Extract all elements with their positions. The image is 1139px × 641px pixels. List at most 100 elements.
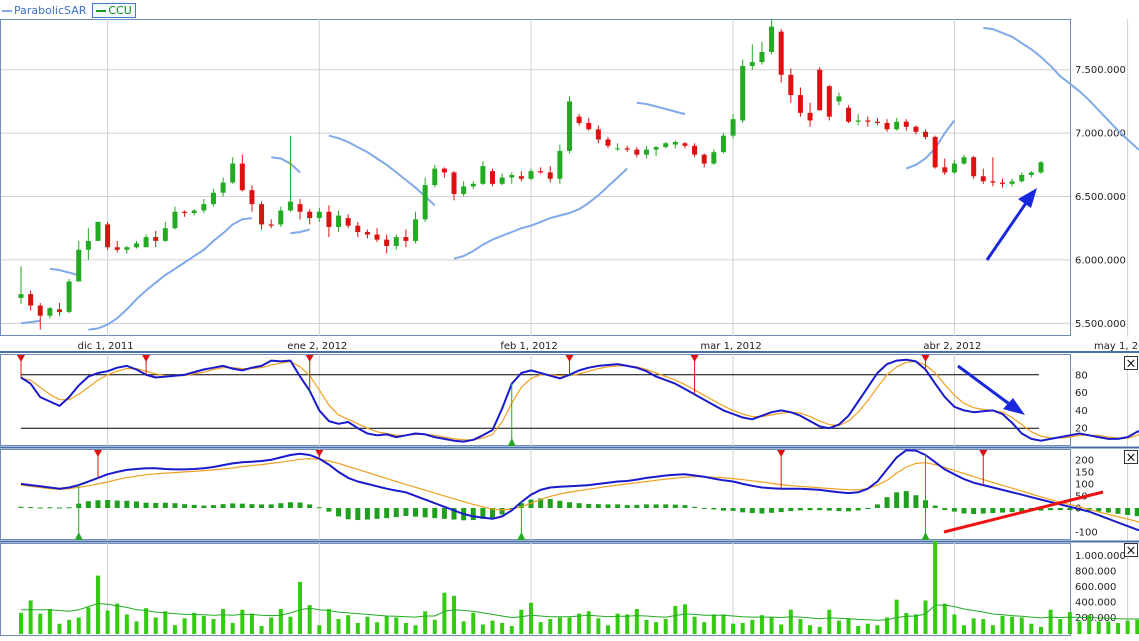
osc2-histogram-bar	[605, 504, 611, 508]
osc2-histogram-bar	[1134, 508, 1139, 517]
stock-chart-window: ParabolicSAR CCU dic 1, 2011 ene 2, 2012 f…	[0, 0, 1139, 636]
candle-up	[278, 210, 284, 225]
candle-down	[846, 107, 852, 122]
osc2-histogram-bar	[374, 508, 380, 519]
osc2-histogram-bar	[624, 505, 630, 508]
osc2-histogram-bar	[951, 508, 957, 512]
osc2-histogram-bar	[663, 504, 669, 508]
legend-item-ccu[interactable]: CCU	[92, 3, 136, 18]
candle-down	[384, 239, 390, 246]
candle-down	[441, 168, 447, 173]
osc2-histogram-bar	[143, 502, 149, 508]
volume-bar	[172, 625, 177, 634]
volume-bar	[1125, 620, 1130, 634]
candle-up	[143, 237, 149, 248]
osc2-histogram-bar	[807, 508, 813, 511]
volume-bar	[471, 612, 476, 634]
osc2-histogram-bar	[124, 500, 130, 508]
volume-bar	[913, 614, 918, 634]
candle-up	[162, 228, 168, 241]
candle-up	[643, 149, 649, 155]
volume-bar	[1096, 621, 1101, 634]
candle-up	[287, 201, 293, 211]
candle-down	[268, 224, 274, 226]
candle-up	[210, 192, 216, 205]
volume-bar	[375, 622, 380, 634]
volume-bar	[682, 604, 687, 634]
candle-down	[326, 211, 332, 227]
candle-down	[701, 154, 707, 164]
osc2-histogram-bar	[913, 495, 919, 508]
volume-bar	[702, 622, 707, 634]
volume-bar	[326, 608, 331, 634]
candle-down	[797, 95, 803, 113]
volume-bar	[519, 609, 524, 634]
volume-bar	[403, 622, 408, 634]
volume-bar	[788, 609, 793, 634]
osc2-histogram-bar	[711, 508, 717, 510]
osc1-y-tick-label: 40	[1075, 406, 1088, 417]
volume-bar	[211, 619, 216, 634]
osc2-histogram-bar	[384, 508, 390, 519]
candle-up	[76, 249, 82, 282]
volume-bar	[856, 626, 861, 634]
volume-bar	[634, 608, 639, 634]
psar-swatch	[2, 9, 12, 12]
candle-down	[595, 129, 601, 140]
volume-bar	[452, 595, 457, 634]
price-y-tick-label: 6.000.000	[1075, 255, 1126, 266]
volume-bar	[1029, 623, 1034, 634]
volume-bar	[365, 616, 370, 634]
osc2-histogram-bar	[201, 505, 207, 508]
volume-bar	[779, 624, 784, 634]
osc2-histogram-bar	[643, 504, 649, 508]
candle-up	[961, 157, 967, 164]
close-panel-button[interactable]: ×	[1124, 356, 1138, 372]
close-panel-button[interactable]: ×	[1124, 450, 1138, 466]
volume-bar	[798, 619, 803, 634]
osc2-histogram-bar	[634, 504, 640, 508]
candle-down	[249, 190, 255, 205]
chart-legend: ParabolicSAR CCU	[2, 3, 142, 18]
volume-bar	[259, 626, 264, 634]
osc2-histogram-bar	[701, 508, 707, 509]
osc2-histogram-bar	[884, 497, 890, 508]
volume-bar	[509, 626, 514, 634]
volume-bar	[846, 618, 851, 634]
osc2-histogram-bar	[1000, 508, 1006, 513]
volume-bar	[288, 616, 293, 634]
osc2-histogram-bar	[210, 505, 216, 508]
osc2-histogram-bar	[268, 504, 274, 508]
candle-down	[884, 122, 890, 130]
candle-down	[778, 31, 784, 75]
candle-up	[85, 240, 91, 250]
volume-bar	[115, 603, 120, 634]
candle-up	[1009, 181, 1015, 184]
volume-bar	[836, 620, 841, 634]
osc2-histogram-bar	[355, 508, 361, 521]
candle-up	[66, 281, 72, 312]
volume-bar	[1019, 617, 1024, 634]
volume-bar	[413, 625, 418, 634]
osc2-histogram-bar	[287, 502, 293, 508]
volume-bar	[548, 619, 553, 634]
close-panel-button[interactable]: ×	[1124, 543, 1138, 559]
osc2-histogram-bar	[653, 504, 659, 508]
osc2-histogram-bar	[557, 500, 563, 508]
volume-bar	[269, 617, 274, 634]
osc2-histogram-bar	[249, 504, 255, 508]
candle-up	[894, 121, 900, 130]
candle-down	[682, 143, 688, 146]
candle-up	[172, 211, 178, 229]
close-icon-glyph: ×	[1126, 544, 1137, 559]
osc2-histogram-bar	[855, 508, 861, 511]
volume-bar	[529, 602, 533, 634]
legend-label-ccu: CCU	[108, 4, 132, 17]
volume-bar	[221, 608, 226, 634]
candle-down	[576, 116, 582, 123]
candle-up	[422, 185, 428, 220]
candle-down	[518, 176, 524, 179]
volume-bar	[808, 625, 813, 634]
osc2-histogram-bar	[336, 508, 342, 517]
volume-bar	[95, 575, 100, 634]
